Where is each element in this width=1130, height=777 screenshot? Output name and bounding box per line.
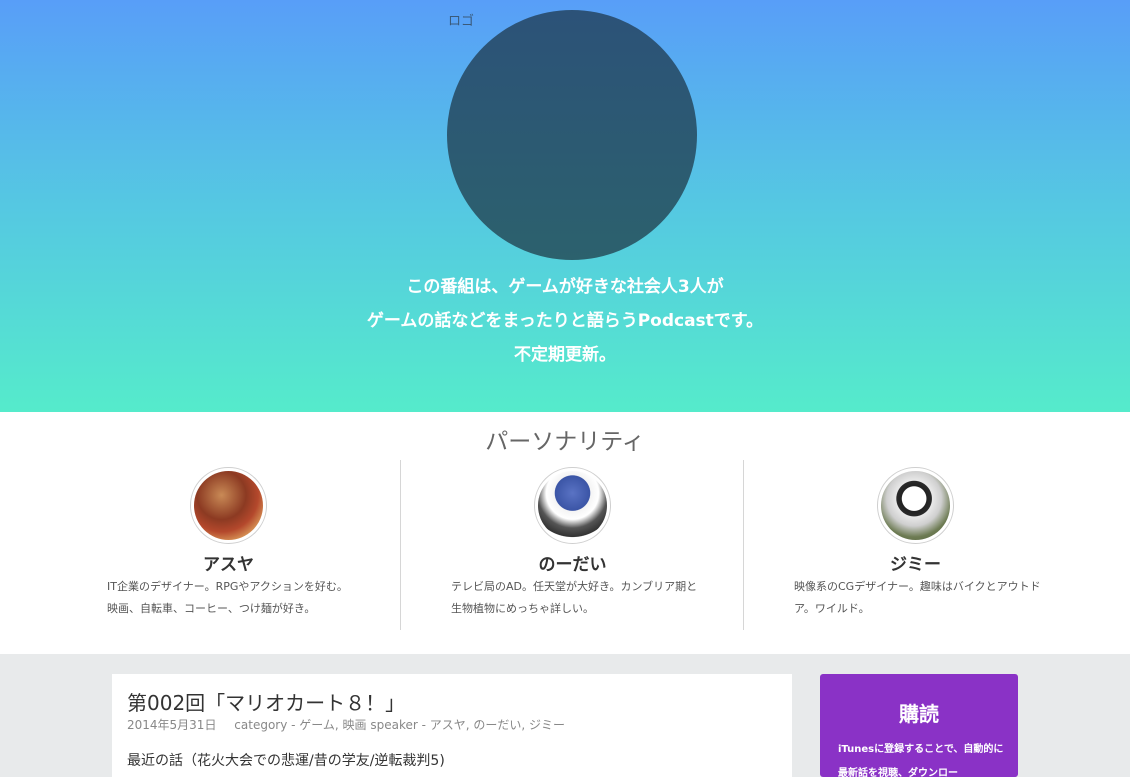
personality-section: パーソナリティ アスヤ IT企業のデザイナー。RPGやアクションを好む。映画、自… <box>0 412 1130 654</box>
avatar <box>877 467 954 544</box>
member-desc: IT企業のデザイナー。RPGやアクションを好む。映画、自転車、コーヒー、つけ麺が… <box>107 580 348 615</box>
post-categories[interactable]: category - ゲーム, 映画 speaker - アスヤ, のーだい, … <box>234 718 565 732</box>
member-desc: 映像系のCGデザイナー。趣味はバイクとアウトドア。ワイルド。 <box>794 580 1041 615</box>
member-card-asuya: アスヤ IT企業のデザイナー。RPGやアクションを好む。映画、自転車、コーヒー、… <box>57 460 400 630</box>
avatar <box>190 467 267 544</box>
avatar <box>534 467 611 544</box>
podcast-tagline: この番組は、ゲームが好きな社会人3人が ゲームの話などをまったりと語らうPodc… <box>0 270 1130 372</box>
section-title: パーソナリティ <box>485 429 645 455</box>
member-name: アスヤ <box>203 555 254 575</box>
subscribe-desc: iTunesに登録することで、自動的に最新話を視聴、ダウンロー <box>838 744 1004 777</box>
tagline-line-3: 不定期更新。 <box>514 345 616 365</box>
member-card-nodai: のーだい テレビ局のAD。任天堂が大好き。カンブリア期と生物植物にめっちゃ詳しい… <box>400 460 743 630</box>
podcast-logo[interactable] <box>447 10 697 260</box>
tagline-line-2: ゲームの話などをまったりと語らうPodcastです。 <box>366 311 764 331</box>
hero-banner: ロゴ この番組は、ゲームが好きな社会人3人が ゲームの話などをまったりと語らうP… <box>0 0 1130 412</box>
member-desc: テレビ局のAD。任天堂が大好き。カンブリア期と生物植物にめっちゃ詳しい。 <box>451 580 698 615</box>
post-body: 最近の話（花火大会での悲運/昔の学友/逆転裁判5) <box>127 753 445 769</box>
tagline-line-1: この番組は、ゲームが好きな社会人3人が <box>406 277 724 297</box>
episode-post: 第002回「マリオカート８！」 2014年5月31日 category - ゲー… <box>112 674 792 777</box>
member-name: のーだい <box>538 555 607 575</box>
post-date: 2014年5月31日 <box>127 718 217 732</box>
subscribe-panel: 購読 iTunesに登録することで、自動的に最新話を視聴、ダウンロー <box>820 674 1018 777</box>
post-meta: 2014年5月31日 category - ゲーム, 映画 speaker - … <box>127 716 579 733</box>
post-title[interactable]: 第002回「マリオカート８！」 <box>127 687 405 716</box>
member-card-jimmy: ジミー 映像系のCGデザイナー。趣味はバイクとアウトドア。ワイルド。 <box>743 460 1086 630</box>
member-name: ジミー <box>890 555 941 575</box>
logo-alt-text: ロゴ <box>448 14 475 29</box>
subscribe-title: 購読 <box>899 702 939 726</box>
